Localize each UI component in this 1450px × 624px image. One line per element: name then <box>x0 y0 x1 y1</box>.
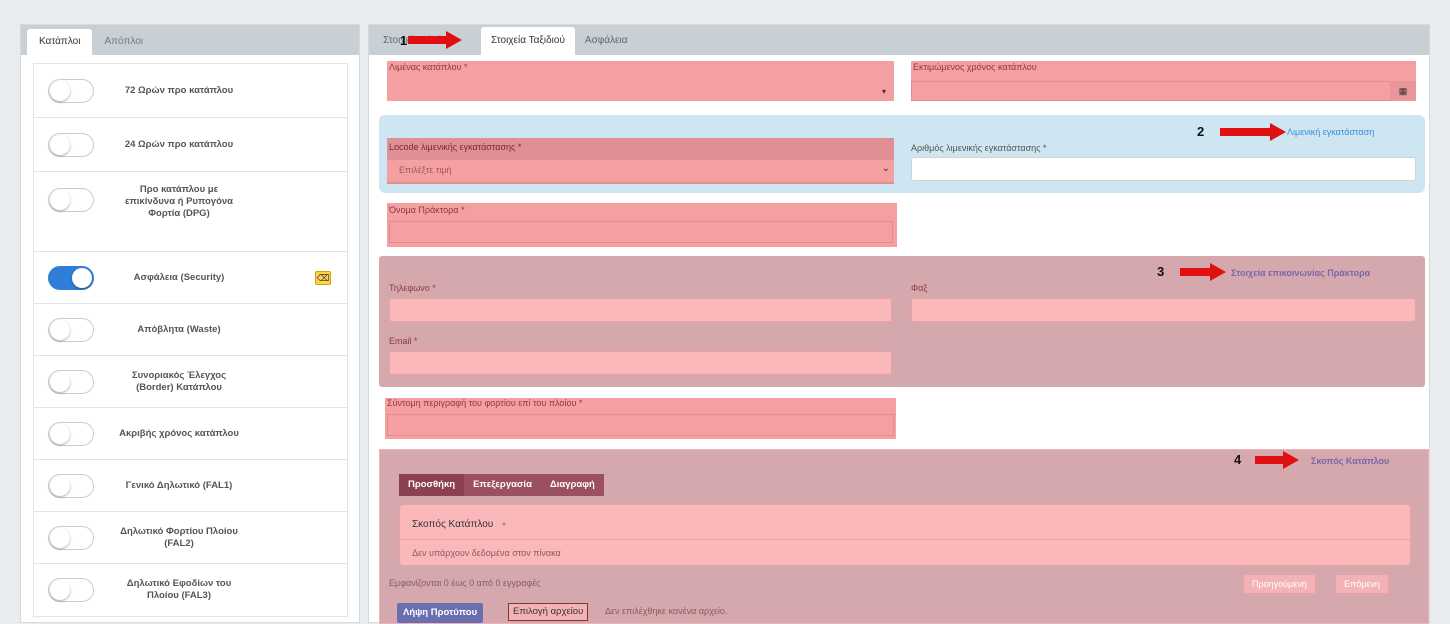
table-header[interactable]: Σκοπός Κατάπλου ▾ <box>412 519 506 530</box>
toggle-switch[interactable] <box>48 578 94 602</box>
table-empty-message: Δεν υπάρχουν δεδομένα στον πίνακα <box>412 548 561 558</box>
next-page-button[interactable]: Επόμενη <box>1335 574 1389 594</box>
locode-field-group: Locode λιμενικής εγκατάστασης * Επιλέξτε… <box>387 138 894 184</box>
switch-row-border: Συνοριακός Έλεγχος (Border) Κατάπλου <box>34 356 347 408</box>
toggle-switch[interactable] <box>48 265 94 290</box>
table-info: Εμφανίζονται 0 έως 0 από 0 εγγραφές <box>389 578 541 588</box>
annotation-2: 2 <box>1197 124 1205 139</box>
annotation-4: 4 <box>1234 452 1242 467</box>
switch-row-waste: Απόβλητα (Waste) <box>34 304 347 356</box>
toggle-switch[interactable] <box>48 132 94 157</box>
left-panel: Κατάπλοι Απόπλοι 72 Ωρών προ κατάπλου 24… <box>20 24 360 623</box>
facility-number-label: Αριθμός λιμενικής εγκατάστασης * <box>911 143 1047 153</box>
port-select[interactable] <box>387 83 894 103</box>
right-panel: Στοιχεία Πλοίου Στοιχεία Ταξιδιού Ασφάλε… <box>368 24 1430 624</box>
switch-label: Δηλωτικό Εφοδίων του Πλοίου (FAL3) <box>126 578 232 601</box>
purpose-button-group: Προσθήκη Επεξεργασία Διαγραφή <box>399 474 604 496</box>
facility-number-input[interactable] <box>911 157 1416 181</box>
toggle-switch[interactable] <box>48 369 94 394</box>
edit-button[interactable]: Επεξεργασία <box>464 474 541 496</box>
switch-row-fal1: Γενικό Δηλωτικό (FAL1) <box>34 460 347 512</box>
annotation-1: 1 <box>400 33 408 48</box>
cargo-input[interactable] <box>387 414 894 436</box>
choose-file-button[interactable]: Επιλογή αρχείου <box>508 603 589 621</box>
switch-label: Συνοριακός Έλεγχος (Border) Κατάπλου <box>131 369 227 393</box>
cargo-label: Σύντομη περιγραφή του φορτίου επί του πλ… <box>387 398 583 408</box>
switch-row-exact-time: Ακριβής χρόνος κατάπλου <box>34 408 347 460</box>
switch-label: Γενικό Δηλωτικό (FAL1) <box>125 479 233 491</box>
left-tabs: Κατάπλοι Απόπλοι <box>21 25 359 55</box>
delete-button[interactable]: Διαγραφή <box>540 474 604 496</box>
port-label: Λιμένας κατάπλου * <box>389 62 468 72</box>
locode-select[interactable]: Επιλέξτε τιμή ⌄ <box>387 160 894 182</box>
eta-input[interactable] <box>911 81 1416 101</box>
switch-row-fal2: Δηλωτικό Φορτίου Πλοίου (FAL2) <box>34 512 347 564</box>
switch-row-fal3: Δηλωτικό Εφοδίων του Πλοίου (FAL3) <box>34 564 347 616</box>
toggle-switch[interactable] <box>48 525 94 550</box>
add-button[interactable]: Προσθήκη <box>399 474 465 496</box>
locode-placeholder: Επιλέξτε τιμή <box>399 165 452 175</box>
tab-departures[interactable]: Απόπλοι <box>92 29 155 55</box>
switch-label: Ακριβής χρόνος κατάπλου <box>119 427 239 439</box>
right-tabs: Στοιχεία Πλοίου Στοιχεία Ταξιδιού Ασφάλε… <box>369 25 1429 55</box>
agent-name-label: Όνομα Πράκτορα * <box>389 205 465 215</box>
facility-link[interactable]: Λιμενική εγκατάσταση <box>1287 127 1374 137</box>
table-header-label: Σκοπός Κατάπλου <box>412 519 494 530</box>
switch-label: Προ κατάπλου με επικίνδυνα ή Ρυπογόνα Φο… <box>124 184 234 219</box>
fax-label: Φαξ <box>911 283 928 293</box>
switch-label: 72 Ωρών προ κατάπλου <box>124 84 234 96</box>
cargo-group: Σύντομη περιγραφή του φορτίου επί του πλ… <box>385 398 896 439</box>
email-label: Email * <box>389 336 418 346</box>
table-divider <box>400 539 1410 540</box>
eta-label: Εκτιμώμενος χρόνος κατάπλου <box>913 62 1037 72</box>
switch-label: 24 Ωρών προ κατάπλου <box>124 138 234 150</box>
eta-field-group: Εκτιμώμενος χρόνος κατάπλου ▦ <box>911 61 1416 101</box>
toggle-switch[interactable] <box>48 78 94 103</box>
tab-voyage-details[interactable]: Στοιχεία Ταξιδιού <box>481 27 575 55</box>
agent-name-group: Όνομα Πράκτορα * <box>387 203 897 247</box>
locode-label: Locode λιμενικής εγκατάστασης * <box>389 142 522 152</box>
switch-label: Δηλωτικό Φορτίου Πλοίου (FAL2) <box>120 525 238 549</box>
switch-label: Απόβλητα (Waste) <box>137 323 221 335</box>
purpose-link[interactable]: Σκοπός Κατάπλου <box>1311 456 1389 466</box>
chevron-down-icon: ⌄ <box>881 163 890 174</box>
phone-label: Τηλεφωνο * <box>389 283 436 293</box>
tab-arrivals[interactable]: Κατάπλοι <box>27 29 93 55</box>
email-input[interactable] <box>389 351 892 375</box>
eraser-icon[interactable]: ⌫ <box>315 270 331 285</box>
sort-icon: ▾ <box>502 520 507 529</box>
prev-page-button[interactable]: Προηγούμενη <box>1243 574 1316 594</box>
switch-row-24h: 24 Ωρών προ κατάπλου <box>34 118 347 172</box>
annotation-3: 3 <box>1157 264 1165 279</box>
download-template-button[interactable]: Λήψη Προτύπου <box>397 603 484 623</box>
no-file-text: Δεν επιλέχθηκε κανένα αρχείο. <box>605 606 728 616</box>
switch-row-72h: 72 Ωρών προ κατάπλου <box>34 64 347 118</box>
fax-input[interactable] <box>911 298 1416 322</box>
agent-contact-link[interactable]: Στοιχεία επικοινωνίας Πράκτορα <box>1231 268 1370 278</box>
purpose-table: Σκοπός Κατάπλου ▾ Δεν υπάρχουν δεδομένα … <box>399 504 1411 566</box>
calendar-icon[interactable]: ▦ <box>1390 81 1416 101</box>
toggle-switch[interactable] <box>48 188 94 212</box>
switch-list: 72 Ωρών προ κατάπλου 24 Ωρών προ κατάπλο… <box>33 63 348 617</box>
toggle-switch[interactable] <box>48 421 94 446</box>
toggle-switch[interactable] <box>48 317 94 342</box>
switch-label: Ασφάλεια (Security) <box>133 271 225 283</box>
toggle-switch[interactable] <box>48 473 94 498</box>
agent-name-input[interactable] <box>389 221 893 243</box>
switch-row-dpg: Προ κατάπλου με επικίνδυνα ή Ρυπογόνα Φο… <box>34 172 347 252</box>
phone-input[interactable] <box>389 298 892 322</box>
switch-row-security: Ασφάλεια (Security) ⌫ <box>34 252 347 304</box>
tab-security[interactable]: Ασφάλεια <box>575 27 638 55</box>
